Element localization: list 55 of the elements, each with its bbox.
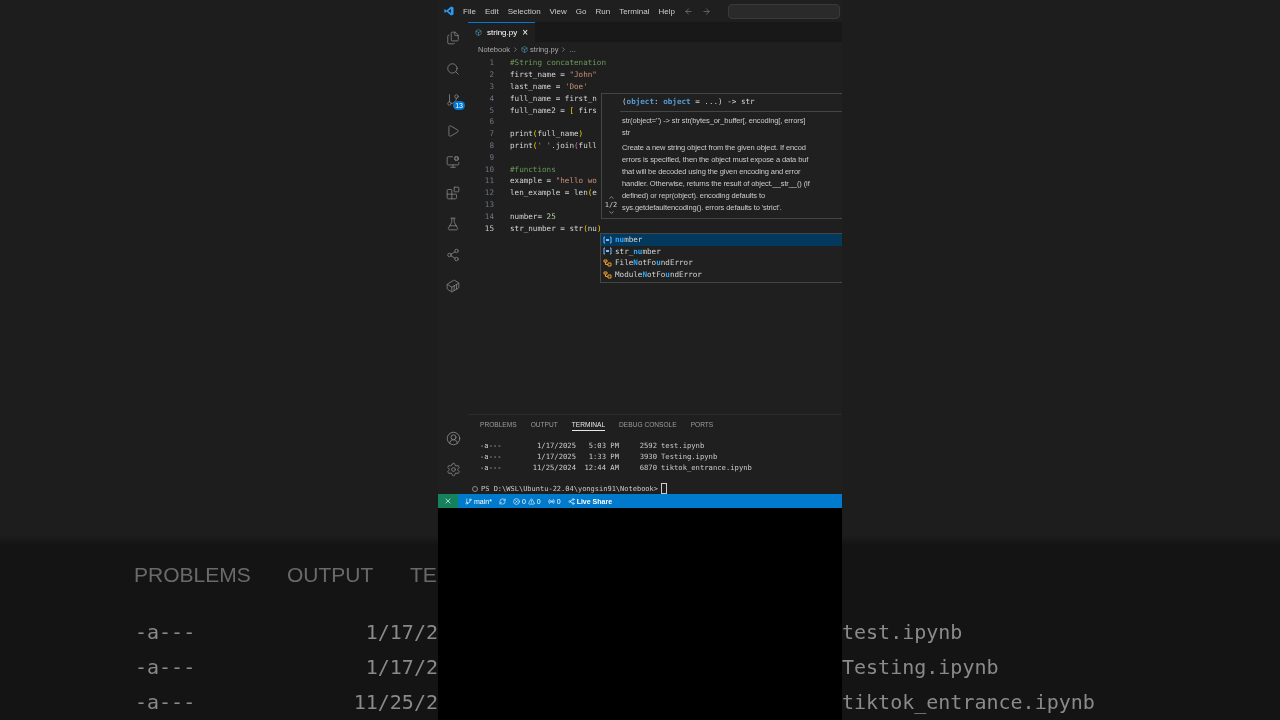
chevron-icon xyxy=(560,45,568,53)
error-icon xyxy=(512,497,520,505)
branch-icon xyxy=(465,497,472,505)
tab-label: string.py xyxy=(487,28,518,37)
search-icon[interactable] xyxy=(446,62,460,76)
app-logo-icon xyxy=(444,6,454,16)
up-icon[interactable] xyxy=(607,194,615,201)
command-center-field[interactable] xyxy=(727,3,840,19)
menu-item[interactable]: Help xyxy=(658,6,675,16)
menu-item[interactable]: Terminal xyxy=(619,6,650,16)
container-icon[interactable] xyxy=(446,279,460,293)
file-date: 11/25/2 xyxy=(353,690,438,714)
warning-icon xyxy=(527,497,535,505)
menu-item[interactable]: Run xyxy=(595,6,611,16)
settings-icon[interactable] xyxy=(445,461,461,477)
share-icon[interactable] xyxy=(446,248,460,262)
file-date: 1/17/2 xyxy=(365,620,438,644)
menu-item[interactable]: Selection xyxy=(507,6,541,16)
file-date: 1/17/2 xyxy=(365,655,438,679)
file-mode: -a--- xyxy=(135,655,196,679)
file-mode: -a--- xyxy=(135,690,196,714)
play-icon[interactable] xyxy=(446,124,460,138)
python-file-icon xyxy=(475,29,482,36)
panel-tab-label: PROBLEMS xyxy=(134,563,251,587)
file-name: tiktok_entrance.ipynb xyxy=(842,690,1095,714)
variable-icon xyxy=(603,235,612,244)
class-icon xyxy=(603,270,612,279)
variable-icon xyxy=(603,247,612,256)
remote-icon xyxy=(444,497,452,505)
menu-item[interactable]: Go xyxy=(575,6,587,16)
file-name: test.ipynb xyxy=(842,620,963,644)
share-icon xyxy=(567,497,575,505)
explorer-icon[interactable] xyxy=(446,31,460,45)
sync-icon[interactable] xyxy=(498,497,506,505)
panel-tab-label: TE xyxy=(410,563,437,587)
panel-tab-label: OUTPUT xyxy=(287,563,374,587)
antenna-icon xyxy=(547,497,555,505)
class-icon xyxy=(603,259,612,267)
menu-item[interactable]: Edit xyxy=(484,6,499,16)
file-name: Testing.ipynb xyxy=(842,655,999,679)
flask-icon[interactable] xyxy=(446,217,460,231)
menu-item[interactable]: File xyxy=(463,6,476,16)
chevron-icon xyxy=(512,45,520,53)
menu-item[interactable]: View xyxy=(549,6,567,16)
down-icon[interactable] xyxy=(607,209,615,216)
file-mode: -a--- xyxy=(135,620,196,644)
forward-icon[interactable] xyxy=(701,6,711,16)
blocks-icon[interactable] xyxy=(446,186,460,200)
remote-button[interactable] xyxy=(438,494,458,508)
editor-tab[interactable]: string.py × xyxy=(468,22,536,42)
monitor-icon[interactable] xyxy=(446,155,460,169)
back-icon[interactable] xyxy=(683,6,693,16)
account-icon[interactable] xyxy=(445,430,461,446)
python-file-icon xyxy=(521,45,529,53)
close-icon[interactable]: × xyxy=(522,27,529,38)
